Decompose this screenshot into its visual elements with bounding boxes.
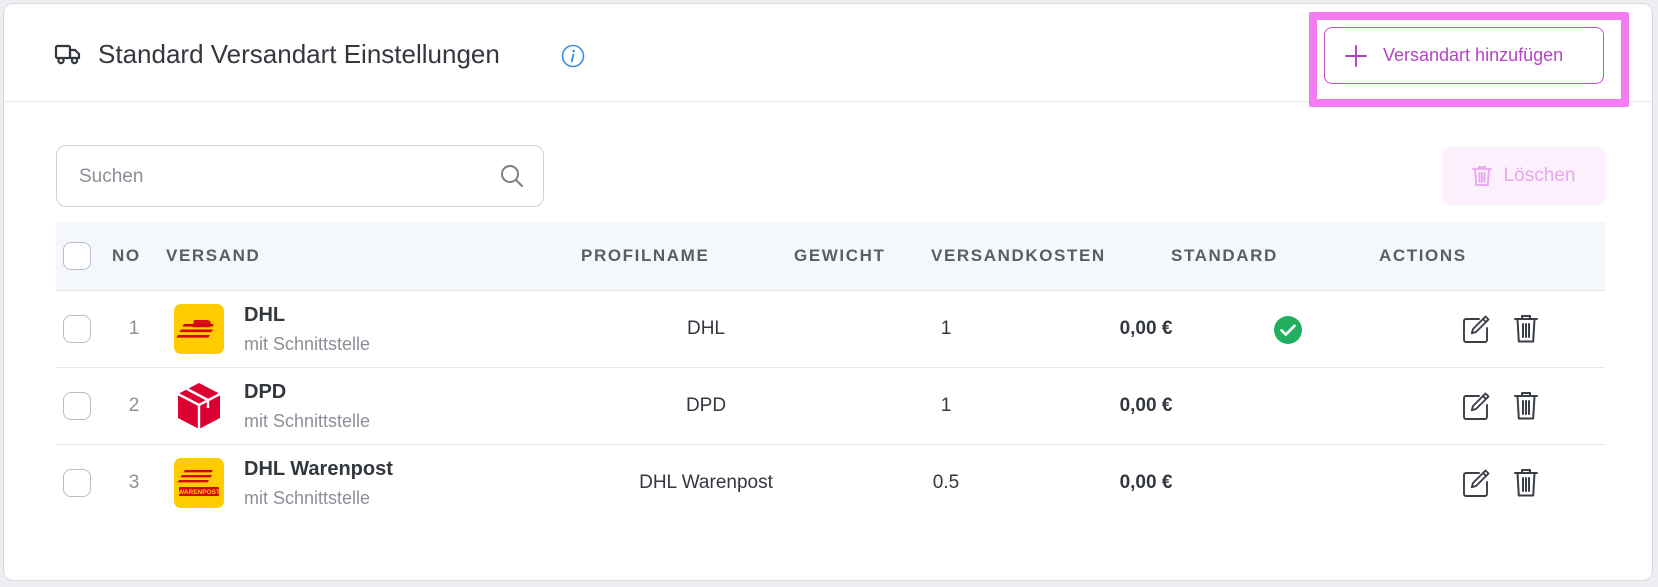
- dpd-logo-icon: [177, 383, 221, 429]
- column-versand[interactable]: VERSAND: [166, 222, 260, 290]
- shipping-cost: 0,00 €: [1119, 472, 1173, 493]
- delete-button[interactable]: Löschen: [1442, 147, 1605, 205]
- row-checkbox[interactable]: [63, 469, 91, 497]
- shipping-settings-card: Standard Versandart Einstellungen Versan…: [3, 3, 1653, 581]
- edit-icon[interactable]: [1461, 467, 1491, 499]
- svg-text:WARENPOST: WARENPOST: [178, 489, 220, 496]
- edit-icon[interactable]: [1461, 313, 1491, 345]
- table-row: 1 DHL mit Schnittstelle DHL 1 0,00 €: [56, 291, 1605, 368]
- profile-name: DPD: [685, 395, 727, 416]
- trash-icon: [1471, 166, 1492, 186]
- add-shipping-method-button[interactable]: Versandart hinzufügen: [1324, 27, 1604, 84]
- carrier-subtitle: mit Schnittstelle: [244, 411, 371, 431]
- table-row: 3 WARENPOST DHL Warenpost mit Schnittste…: [56, 445, 1605, 521]
- plus-icon: [1345, 44, 1367, 67]
- search-icon[interactable]: [499, 163, 525, 189]
- carrier-name: DHL: [244, 304, 286, 326]
- table-row: 2 DPD mit Schnittstelle DPD 1 0,00 €: [56, 368, 1605, 445]
- page-title: Standard Versandart Einstellungen: [98, 39, 500, 69]
- row-checkbox[interactable]: [63, 315, 91, 343]
- column-profilname[interactable]: PROFILNAME: [581, 222, 709, 290]
- dhl-logo-icon: [174, 304, 224, 354]
- trash-icon[interactable]: [1513, 390, 1539, 422]
- column-gewicht[interactable]: GEWICHT: [794, 222, 885, 290]
- search-input[interactable]: [77, 146, 481, 208]
- card-header: Standard Versandart Einstellungen Versan…: [4, 4, 1652, 107]
- column-versandkosten[interactable]: VERSANDKOSTEN: [931, 222, 1106, 290]
- check-circle-icon: [1274, 316, 1302, 344]
- profile-name: DHL Warenpost: [639, 472, 773, 493]
- column-actions: ACTIONS: [1379, 246, 1467, 265]
- weight: 1: [940, 318, 952, 339]
- shipping-methods-table: NO VERSAND PROFILNAME GEWICHT VERSANDKOS…: [56, 222, 1605, 521]
- info-icon[interactable]: [561, 44, 585, 68]
- delete-button-label: Löschen: [1503, 165, 1576, 186]
- row-number: 2: [128, 395, 140, 416]
- trash-icon[interactable]: [1513, 467, 1539, 499]
- edit-icon[interactable]: [1461, 390, 1491, 422]
- row-number: 3: [128, 472, 140, 493]
- column-standard[interactable]: STANDARD: [1171, 222, 1278, 290]
- shipping-cost: 0,00 €: [1119, 395, 1173, 416]
- row-number: 1: [128, 318, 140, 339]
- select-all-checkbox[interactable]: [63, 242, 91, 270]
- trash-icon[interactable]: [1513, 313, 1539, 345]
- carrier-subtitle: mit Schnittstelle: [244, 488, 371, 508]
- add-button-label: Versandart hinzufügen: [1383, 45, 1564, 65]
- profile-name: DHL: [686, 318, 725, 339]
- truck-icon: [54, 44, 81, 65]
- carrier-name: DHL Warenpost: [244, 458, 393, 480]
- table-header: NO VERSAND PROFILNAME GEWICHT VERSANDKOS…: [56, 222, 1605, 291]
- row-checkbox[interactable]: [63, 392, 91, 420]
- weight: 1: [940, 395, 952, 416]
- dhl-warenpost-logo-icon: WARENPOST: [174, 458, 224, 508]
- column-no[interactable]: NO: [112, 222, 141, 290]
- carrier-name: DPD: [244, 381, 287, 403]
- shipping-cost: 0,00 €: [1119, 318, 1173, 339]
- weight: 0.5: [932, 472, 960, 493]
- carrier-subtitle: mit Schnittstelle: [244, 334, 371, 354]
- search-field[interactable]: [56, 145, 544, 208]
